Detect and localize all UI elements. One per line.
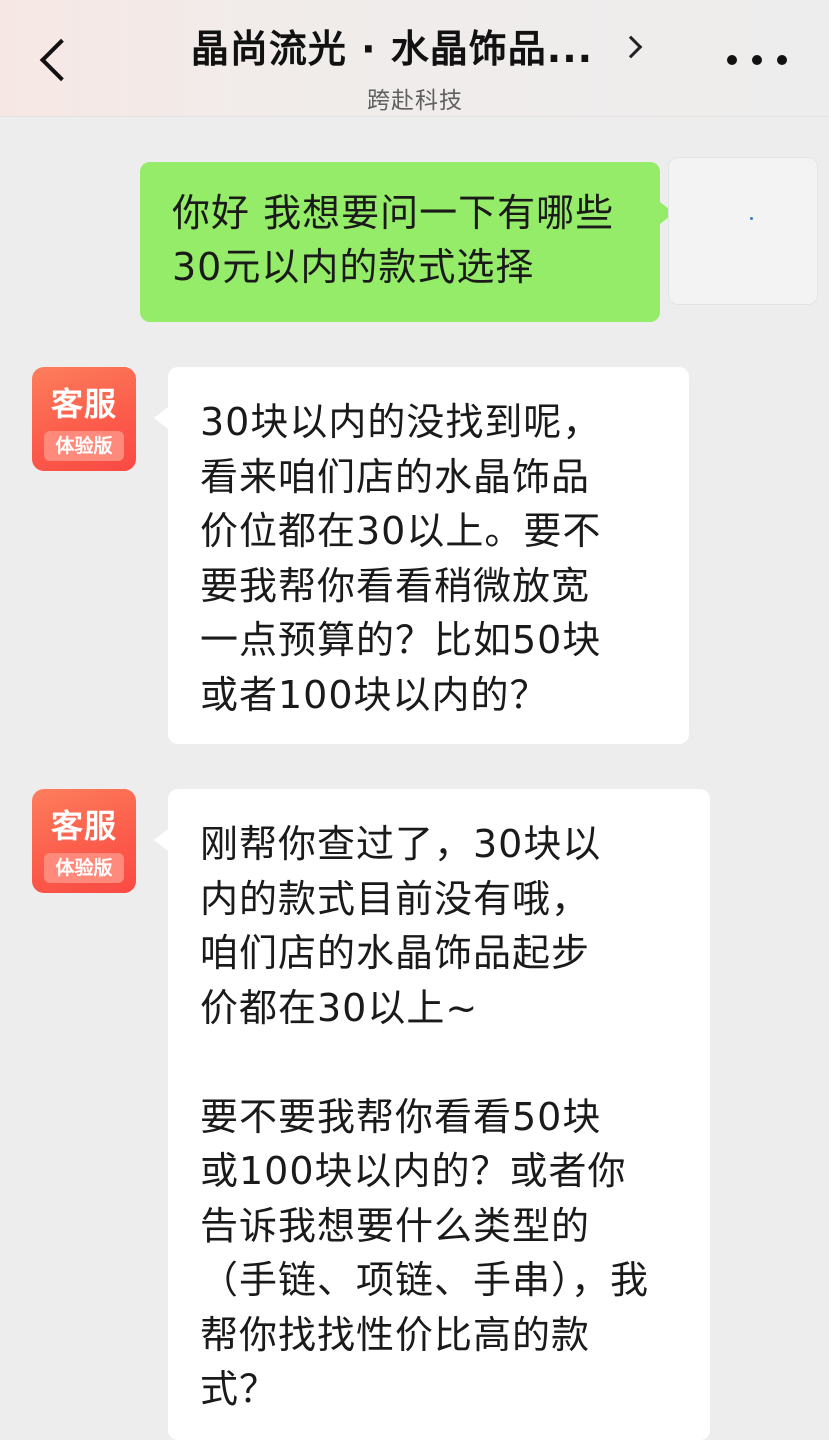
service-avatar-label: 客服 bbox=[50, 807, 117, 845]
avatar-image bbox=[750, 217, 753, 220]
chevron-right-icon bbox=[619, 35, 643, 58]
chat-message-list[interactable]: 你好 我想要问一下有哪些30元以内的款式选择 客服 体验版 30块以内的没找到呢… bbox=[0, 117, 829, 1440]
service-avatar-badge: 体验版 bbox=[44, 431, 124, 461]
chevron-left-icon bbox=[39, 38, 83, 82]
shop-title-link[interactable]: 晶尚流光 · 水晶饰品... bbox=[190, 18, 643, 73]
page-title: 晶尚流光 · 水晶饰品... bbox=[190, 27, 594, 71]
back-button[interactable] bbox=[26, 24, 86, 96]
more-dots-icon bbox=[752, 55, 762, 65]
chat-title-area[interactable]: 晶尚流光 · 水晶饰品... 跨赴科技 bbox=[150, 18, 680, 115]
more-dots-icon bbox=[727, 55, 737, 65]
service-message-bubble[interactable]: 30块以内的没找到呢， 看来咱们店的水晶饰品 价位都在30以上。要不 要我帮你看… bbox=[154, 367, 689, 744]
service-message-bubble[interactable]: 刚帮你查过了，30块以 内的款式目前没有哦， 咱们店的水晶饰品起步 价都在30以… bbox=[154, 789, 710, 1440]
service-avatar-badge: 体验版 bbox=[44, 853, 124, 883]
service-avatar[interactable]: 客服 体验版 bbox=[32, 367, 136, 471]
user-message: 你好 我想要问一下有哪些30元以内的款式选择 bbox=[140, 162, 674, 322]
more-dots-icon bbox=[777, 55, 787, 65]
user-message-bubble[interactable]: 你好 我想要问一下有哪些30元以内的款式选择 bbox=[140, 162, 674, 322]
more-options-button[interactable] bbox=[727, 42, 787, 78]
page-subtitle: 跨赴科技 bbox=[367, 88, 463, 114]
user-avatar[interactable] bbox=[668, 157, 818, 305]
service-avatar[interactable]: 客服 体验版 bbox=[32, 789, 136, 893]
service-avatar-label: 客服 bbox=[50, 385, 117, 423]
chat-header: 晶尚流光 · 水晶饰品... 跨赴科技 bbox=[0, 0, 829, 117]
